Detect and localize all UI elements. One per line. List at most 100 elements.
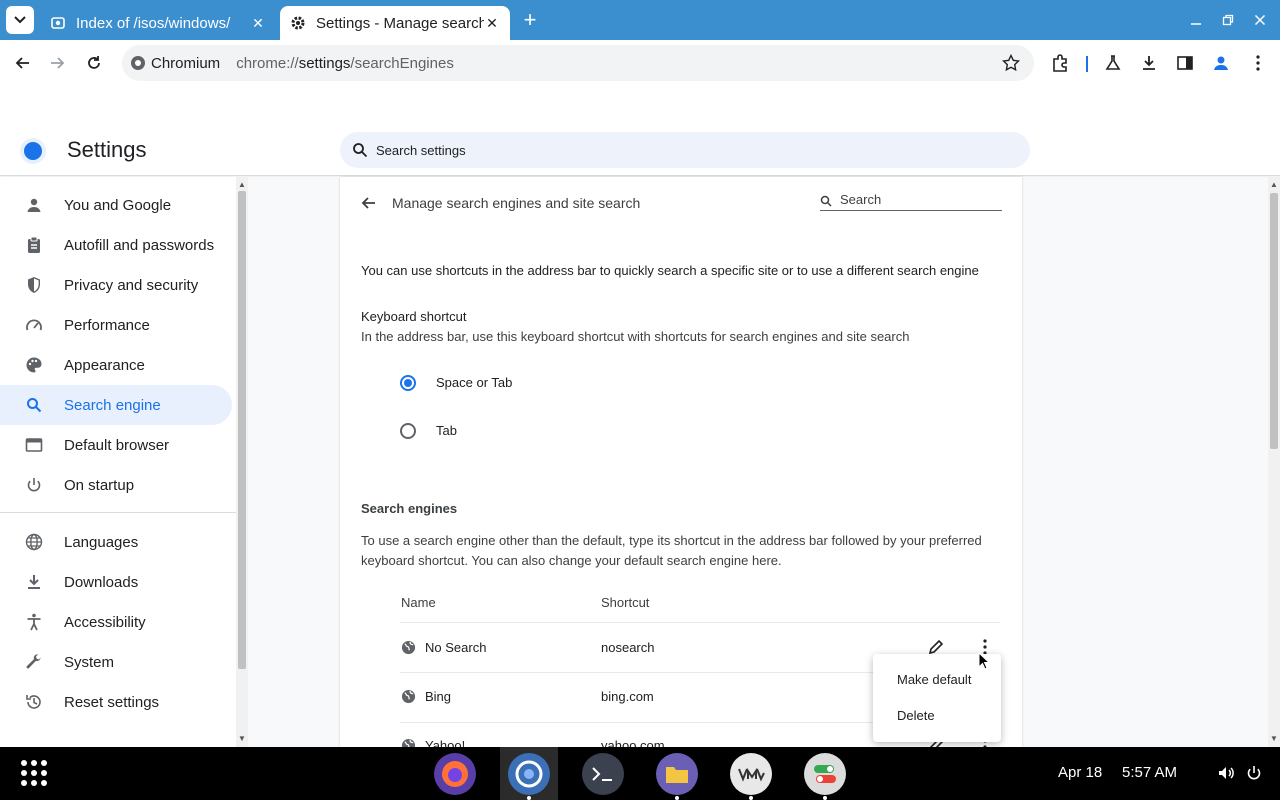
radio-tab[interactable]: [400, 423, 416, 439]
site-info-chip[interactable]: Chromium: [130, 55, 236, 72]
scroll-up-icon[interactable]: ▲: [236, 179, 248, 191]
chromium-icon[interactable]: [508, 753, 550, 795]
sidebar-scrollbar[interactable]: ▲ ▼: [236, 177, 248, 747]
chromium-logo-icon: [20, 138, 46, 164]
search-icon: [24, 395, 44, 415]
clipboard-icon: [24, 235, 44, 255]
sidebar-item-languages[interactable]: Languages: [0, 522, 232, 562]
sidebar-item-performance[interactable]: Performance: [0, 305, 232, 345]
subpage-title: Manage search engines and site search: [392, 195, 641, 211]
sidebar-item-accessibility[interactable]: Accessibility: [0, 602, 232, 642]
sidebar-item-label: You and Google: [64, 196, 172, 214]
side-panel-icon[interactable]: [1173, 51, 1197, 75]
sidebar-item-system[interactable]: System: [0, 642, 232, 682]
tray-date[interactable]: Apr 18: [1058, 764, 1102, 781]
url-path: /searchEngines: [350, 54, 454, 72]
address-bar[interactable]: Chromium chrome://settings/searchEngines: [122, 45, 1034, 81]
scrollbar-thumb[interactable]: [238, 191, 246, 669]
profile-avatar-icon[interactable]: [1209, 51, 1233, 75]
edit-pencil-icon[interactable]: [928, 639, 944, 655]
bookmark-star-icon[interactable]: [1001, 53, 1021, 76]
main-content: Manage search engines and site search Se…: [248, 177, 1268, 747]
sidebar-item-label: Performance: [64, 316, 150, 334]
sidebar-item-appearance[interactable]: Appearance: [0, 345, 232, 385]
sidebar-item-reset-settings[interactable]: Reset settings: [0, 682, 232, 722]
firefox-icon[interactable]: [434, 753, 476, 795]
globe-icon: [401, 738, 416, 747]
radio-label: Space or Tab: [436, 375, 513, 390]
file-icon: [50, 15, 66, 31]
keyboard-shortcut-heading: Keyboard shortcut: [361, 309, 467, 324]
browser-icon: [24, 435, 44, 455]
tab-index-isos[interactable]: Index of /isos/windows/ ✕: [40, 6, 276, 40]
settings-sidebar: You and Google Autofill and passwords Pr…: [0, 177, 236, 747]
sidebar-item-label: System: [64, 653, 115, 671]
sidebar-item-on-startup[interactable]: On startup: [0, 465, 232, 505]
scroll-down-icon[interactable]: ▼: [236, 733, 248, 745]
mouse-cursor-icon: [978, 652, 990, 670]
menu-kebab-icon[interactable]: [1246, 51, 1270, 75]
sidebar-item-downloads[interactable]: Downloads: [0, 562, 232, 602]
reload-icon[interactable]: [82, 51, 106, 75]
files-icon[interactable]: [656, 753, 698, 795]
running-indicator: [823, 796, 827, 800]
shield-icon: [24, 275, 44, 295]
globe-icon: [401, 640, 416, 655]
main-scrollbar[interactable]: ▲ ▼: [1268, 177, 1280, 747]
scroll-down-icon[interactable]: ▼: [1268, 733, 1280, 745]
settings-toggle-icon[interactable]: [804, 753, 846, 795]
close-window-icon[interactable]: [1252, 12, 1268, 28]
subpage-search-input[interactable]: Search: [820, 191, 1002, 211]
extensions-icon[interactable]: [1048, 51, 1072, 75]
engine-name: No Search: [425, 640, 487, 655]
tab-settings[interactable]: Settings - Manage search engines ✕: [280, 6, 510, 40]
search-engines-description: keyboard shortcut. You can also change y…: [361, 553, 782, 568]
scroll-up-icon[interactable]: ▲: [1268, 179, 1280, 191]
tray-time[interactable]: 5:57 AM: [1122, 764, 1177, 781]
search-icon: [820, 195, 832, 210]
close-icon[interactable]: ✕: [484, 15, 500, 31]
radio-space-or-tab[interactable]: [400, 375, 416, 391]
restore-icon[interactable]: [1220, 12, 1236, 28]
sidebar-item-you-and-google[interactable]: You and Google: [0, 185, 232, 225]
settings-header: Settings Search settings: [0, 124, 1280, 176]
vmware-icon[interactable]: [730, 753, 772, 795]
close-icon[interactable]: ✕: [250, 15, 266, 31]
intro-text: You can use shortcuts in the address bar…: [361, 263, 979, 278]
subpage-search-placeholder: Search: [840, 192, 882, 207]
search-icon: [352, 142, 368, 158]
scrollbar-thumb[interactable]: [1270, 193, 1278, 449]
browser-toolbar: Chromium chrome://settings/searchEngines: [0, 40, 1280, 86]
back-icon[interactable]: [10, 51, 34, 75]
app-grid-icon[interactable]: [18, 757, 50, 789]
settings-search-input[interactable]: Search settings: [340, 132, 1030, 168]
tab-title: Settings - Manage search engines: [316, 14, 484, 32]
sidebar-item-autofill[interactable]: Autofill and passwords: [0, 225, 232, 265]
search-engines-description: To use a search engine other than the de…: [361, 533, 982, 548]
labs-flask-icon[interactable]: [1101, 51, 1125, 75]
power-icon[interactable]: [1244, 763, 1264, 783]
chip-label: Chromium: [151, 54, 221, 72]
power-icon: [24, 475, 44, 495]
sidebar-item-search-engine[interactable]: Search engine: [0, 385, 232, 425]
globe-icon: [24, 532, 44, 552]
download-icon[interactable]: [1137, 51, 1161, 75]
sidebar-item-privacy[interactable]: Privacy and security: [0, 265, 232, 305]
tab-search-button[interactable]: [6, 6, 34, 34]
sidebar-item-default-browser[interactable]: Default browser: [0, 425, 232, 465]
globe-icon: [401, 689, 416, 704]
sidebar-item-label: Appearance: [64, 356, 145, 374]
page-title: Settings: [67, 137, 147, 162]
menu-item-delete[interactable]: Delete: [873, 697, 1001, 733]
new-tab-button[interactable]: +: [520, 9, 540, 31]
running-indicator: [749, 796, 753, 800]
minimize-icon[interactable]: [1188, 12, 1204, 28]
keyboard-shortcut-description: In the address bar, use this keyboard sh…: [361, 329, 910, 344]
forward-icon[interactable]: [46, 51, 70, 75]
back-arrow-icon[interactable]: [358, 193, 378, 213]
engine-name: Yahoo!: [425, 738, 466, 747]
sidebar-item-label: Default browser: [64, 436, 170, 454]
terminal-icon[interactable]: [582, 753, 624, 795]
taskbar: Apr 18 5:57 AM: [0, 747, 1280, 800]
volume-icon[interactable]: [1216, 763, 1236, 783]
